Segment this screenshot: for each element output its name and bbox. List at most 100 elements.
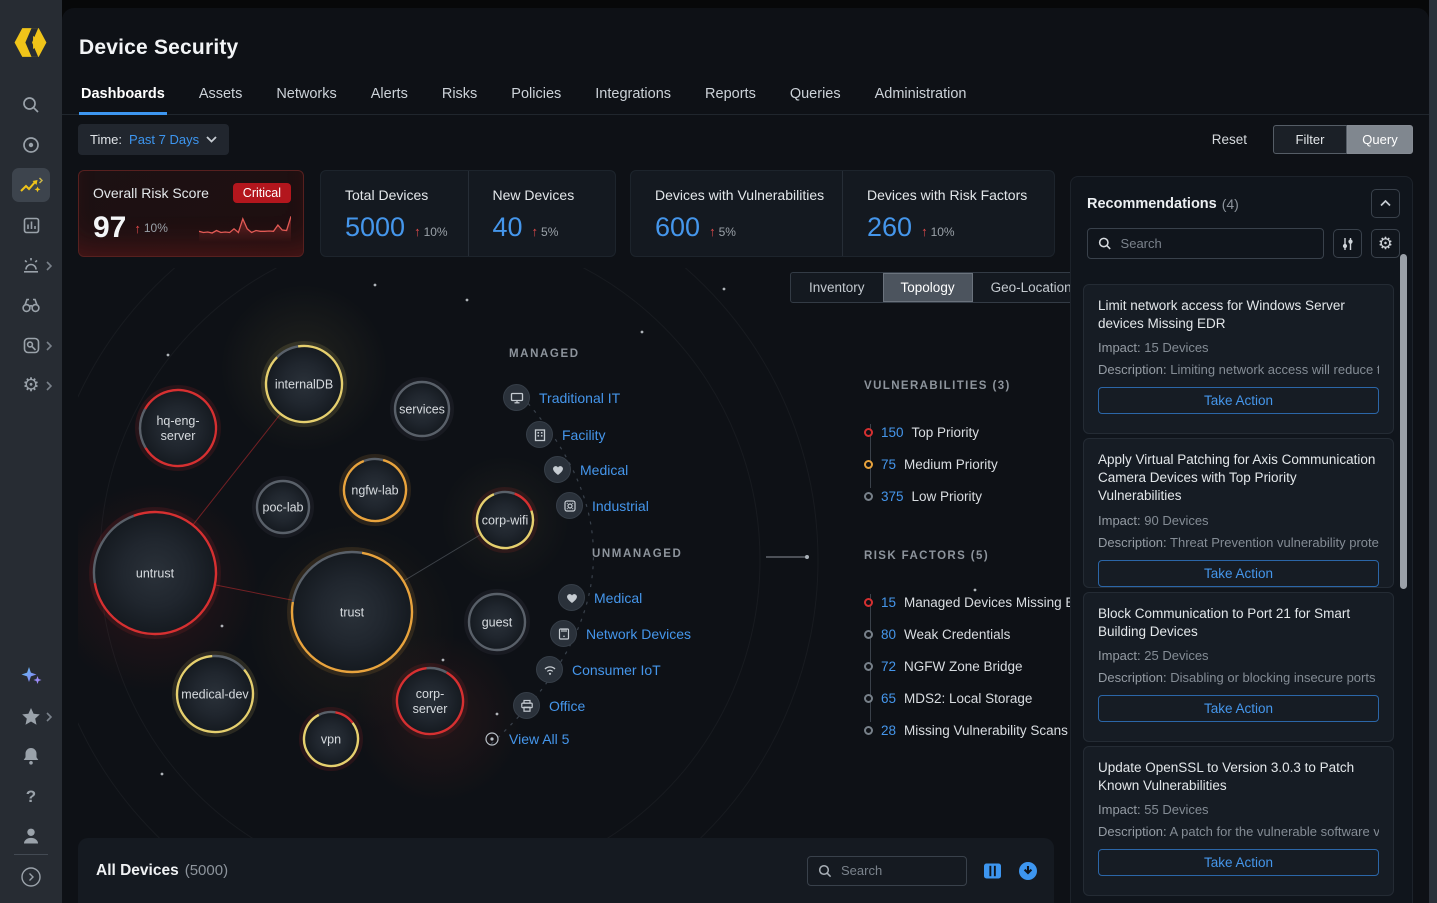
time-filter-dropdown[interactable]: Time: Past 7 Days <box>78 124 229 155</box>
settings-gear-icon[interactable]: ⚙ <box>1371 229 1400 258</box>
reset-button[interactable]: Reset <box>1212 132 1247 147</box>
download-icon[interactable] <box>1018 861 1038 881</box>
recommendations-search-input[interactable] <box>1087 228 1324 259</box>
view-all-link[interactable]: View All 5 <box>484 731 569 747</box>
expand-sidebar-icon[interactable] <box>0 860 62 894</box>
recommendations-title: Recommendations <box>1087 196 1217 212</box>
tab-integrations[interactable]: Integrations <box>593 80 673 115</box>
legend-item-industrial[interactable]: Industrial <box>556 492 649 519</box>
columns-view-icon[interactable] <box>983 862 1002 880</box>
topology-node-guest[interactable]: guest <box>467 592 527 652</box>
svg-text:server: server <box>413 702 448 716</box>
incidents-siren-icon[interactable] <box>0 248 62 282</box>
legend-item-office[interactable]: Office <box>513 692 585 719</box>
topology-node-vpn[interactable]: vpn <box>300 708 363 771</box>
all-devices-title: All Devices <box>96 862 179 880</box>
legend-item-traditional-it[interactable]: Traditional IT <box>503 384 620 411</box>
legend-item-consumer-iot[interactable]: Consumer IoT <box>536 656 661 683</box>
devices-risk-factors-value[interactable]: 260 <box>867 212 912 243</box>
query-button[interactable]: Query <box>1347 125 1413 154</box>
new-devices-value[interactable]: 40 <box>493 212 523 243</box>
risk-factor-item[interactable]: 65 MDS2: Local Storage <box>864 682 1074 714</box>
legend-item-medical-managed[interactable]: Medical <box>544 456 628 483</box>
chevron-down-icon <box>206 136 217 143</box>
risk-dot <box>864 726 873 735</box>
favorites-star-icon[interactable] <box>0 699 62 733</box>
tab-dashboards[interactable]: Dashboards <box>79 80 167 115</box>
search-icon <box>1098 236 1112 251</box>
trend-up-icon: ↑ <box>414 224 421 239</box>
vulnerability-item[interactable]: 150 Top Priority <box>864 416 1074 448</box>
tab-assets[interactable]: Assets <box>197 80 245 115</box>
help-icon[interactable]: ? <box>0 779 62 813</box>
topology-node-hq-eng-server[interactable]: hq-eng-server <box>126 376 230 480</box>
topology-node-medical-dev[interactable]: medical-dev <box>161 640 268 747</box>
notifications-bell-icon[interactable] <box>0 739 62 773</box>
reports-icon[interactable] <box>0 208 62 242</box>
take-action-button[interactable]: Take Action <box>1098 387 1379 414</box>
take-action-button[interactable]: Take Action <box>1098 695 1379 722</box>
risk-factors-list: RISK FACTORS (5) 15 Managed Devices Miss… <box>864 550 1074 746</box>
vulnerability-item[interactable]: 375 Low Priority <box>864 480 1074 512</box>
topology-node-poc-lab[interactable]: poc-lab <box>255 479 311 535</box>
risk-score-value: 97 <box>93 211 126 245</box>
topology-node-untrust[interactable]: untrust <box>78 495 233 651</box>
tab-networks[interactable]: Networks <box>274 80 338 115</box>
risk-factor-item[interactable]: 15 Managed Devices Missing EDR <box>864 586 1074 618</box>
legend-item-network-devices[interactable]: Network Devices <box>550 620 691 647</box>
impact-value: 15 Devices <box>1144 340 1208 355</box>
description-value: A patch for the vulnerable software vers… <box>1170 824 1379 839</box>
devices-stats-card: Total Devices 5000 ↑ 10% New Devices 40 … <box>320 170 616 257</box>
queries-tool-icon[interactable] <box>0 328 62 362</box>
managed-section-title: MANAGED <box>509 348 580 360</box>
wifi-icon <box>536 656 563 683</box>
legend-item-facility[interactable]: Facility <box>526 421 606 448</box>
ai-sparkles-icon[interactable] <box>0 659 62 693</box>
total-devices-value[interactable]: 5000 <box>345 212 405 243</box>
network-devices-icon <box>550 620 577 647</box>
topology-node-trust[interactable]: trust <box>282 542 421 681</box>
risk-factor-item[interactable]: 28 Missing Vulnerability Scans <box>864 714 1074 746</box>
svg-text:trust: trust <box>340 606 365 620</box>
printer-icon <box>513 692 540 719</box>
svg-text:services: services <box>399 403 445 417</box>
topology-node-services[interactable]: services <box>393 380 451 438</box>
impact-value: 25 Devices <box>1144 648 1208 663</box>
tab-policies[interactable]: Policies <box>509 80 563 115</box>
vulnerability-item[interactable]: 75 Medium Priority <box>864 448 1074 480</box>
settings-gear-icon[interactable]: ⚙ <box>0 368 62 402</box>
tab-risks[interactable]: Risks <box>440 80 479 115</box>
tab-alerts[interactable]: Alerts <box>369 80 410 115</box>
tab-administration[interactable]: Administration <box>873 80 969 115</box>
user-icon[interactable] <box>0 819 62 853</box>
unmanaged-section-title: UNMANAGED <box>592 548 682 560</box>
take-action-button[interactable]: Take Action <box>1098 560 1379 587</box>
devices-vulnerabilities-value[interactable]: 600 <box>655 212 700 243</box>
brand-logo-icon[interactable] <box>12 24 49 61</box>
risk-dot <box>864 630 873 639</box>
collapse-panel-button[interactable] <box>1371 189 1400 218</box>
scrollbar-thumb[interactable] <box>1400 254 1407 589</box>
topology-node-corp-server[interactable]: corp-server <box>385 656 475 746</box>
take-action-button[interactable]: Take Action <box>1098 849 1379 876</box>
svg-text:medical-dev: medical-dev <box>181 688 249 702</box>
discover-icon[interactable] <box>0 128 62 162</box>
filter-button[interactable]: Filter <box>1273 125 1347 154</box>
vulnerabilities-list: VULNERABILITIES (3) 150 Top Priority 75 … <box>864 380 1074 512</box>
priority-dot <box>864 492 873 501</box>
devices-search-input[interactable] <box>807 856 967 886</box>
risk-factor-item[interactable]: 80 Weak Credentials <box>864 618 1074 650</box>
risk-factors-title: RISK FACTORS (5) <box>864 550 1074 562</box>
critical-badge: Critical <box>233 183 291 203</box>
sidebar-item-dashboards[interactable] <box>12 168 50 202</box>
sliders-filter-icon[interactable] <box>1333 229 1362 258</box>
tab-reports[interactable]: Reports <box>703 80 758 115</box>
legend-item-medical-unmanaged[interactable]: Medical <box>558 584 642 611</box>
topology-node-internalDB[interactable]: internalDB <box>261 341 348 428</box>
tab-queries[interactable]: Queries <box>788 80 843 115</box>
risk-factor-item[interactable]: 72 NGFW Zone Bridge <box>864 650 1074 682</box>
topology-node-ngfw-lab[interactable]: ngfw-lab <box>337 452 413 528</box>
search-icon[interactable] <box>0 88 62 122</box>
topology-node-corp-wifi[interactable]: corp-wifi <box>469 484 541 556</box>
investigate-binoculars-icon[interactable] <box>0 288 62 322</box>
